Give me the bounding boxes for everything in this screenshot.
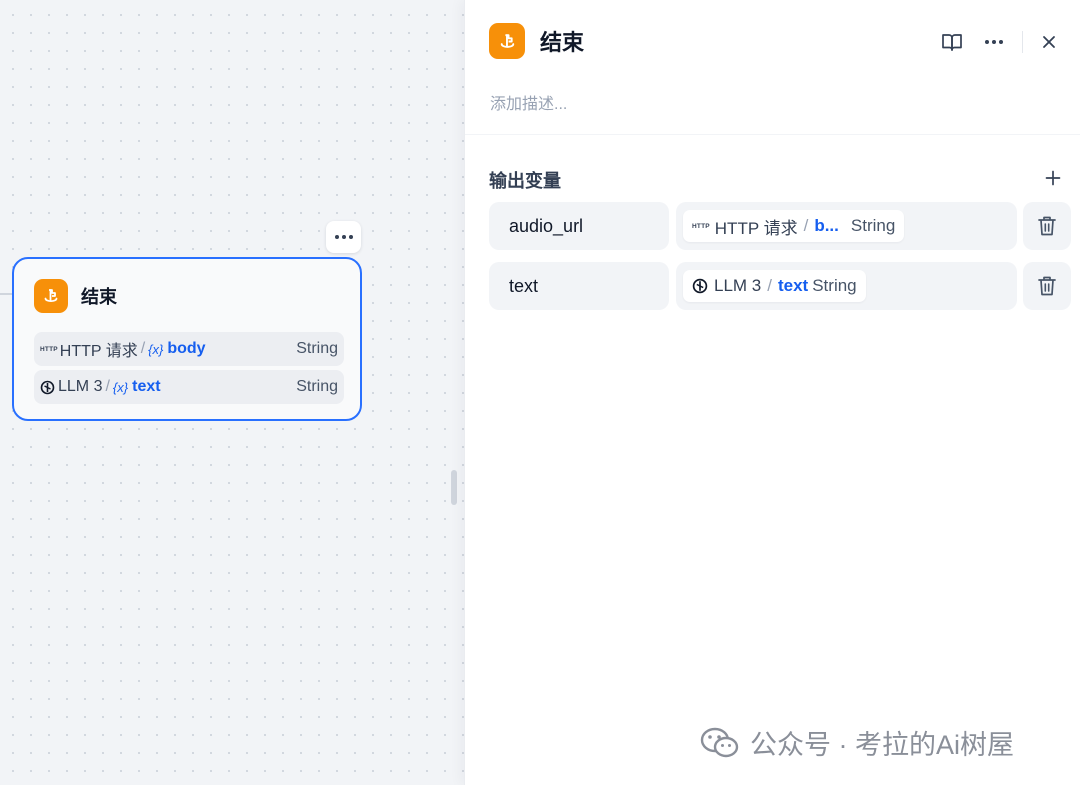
variable-icon: {x} [148, 341, 164, 357]
trash-icon [1038, 216, 1056, 236]
wechat-icon [700, 727, 739, 757]
variable-reference-chip: LLM 3 / text String [683, 270, 866, 302]
close-icon [1043, 36, 1055, 48]
http-icon: HTTP [40, 345, 58, 353]
header-divider [1022, 31, 1023, 53]
panel-header: 结束 [489, 23, 584, 59]
add-output-button[interactable] [1041, 164, 1065, 192]
end-node-icon [489, 23, 525, 59]
node-output-row[interactable]: LLM 3 / {x} text String [34, 370, 344, 404]
end-node[interactable]: 结束 HTTP HTTP 请求 / {x} body String LLM 3 … [12, 257, 362, 421]
output-variable-row: text LLM 3 / text String [489, 262, 1071, 310]
source-label: LLM 3 [58, 378, 103, 395]
variable-name: text [132, 378, 161, 395]
book-icon [942, 34, 962, 51]
panel-divider [465, 134, 1080, 135]
source-label: HTTP 请求 [714, 218, 798, 238]
more-icon [334, 235, 353, 239]
source-ref: HTTP HTTP 请求 [40, 337, 138, 361]
node-header: 结束 [34, 279, 117, 313]
panel-resize-handle[interactable] [451, 470, 457, 505]
node-more-button[interactable] [326, 221, 361, 253]
delete-output-button[interactable] [1023, 262, 1071, 310]
watermark-text: 公众号 · 考拉的Ai树屋 [750, 730, 1015, 760]
close-button[interactable] [1035, 28, 1063, 56]
source-label: LLM 3 [714, 276, 762, 295]
separator: / [767, 276, 772, 295]
node-settings-panel: 结束 添加描述... 输出变量 audio_url HTTP HTTP 请求 /… [464, 0, 1080, 785]
variable-reference-chip: HTTP HTTP 请求 / b... String [683, 210, 905, 242]
docs-button[interactable] [938, 28, 966, 56]
variable-icon: {x} [112, 379, 129, 395]
output-name-input[interactable]: audio_url [489, 202, 669, 250]
output-variable-row: audio_url HTTP HTTP 请求 / b... String [489, 202, 1071, 250]
llm-icon [692, 278, 708, 294]
trash-icon [1038, 276, 1056, 296]
node-output-row[interactable]: HTTP HTTP 请求 / {x} body String [34, 332, 344, 366]
variable-name: body [167, 340, 206, 357]
variable-type: String [296, 340, 338, 357]
separator: / [803, 216, 809, 235]
end-node-icon [34, 279, 68, 313]
plus-icon [1045, 170, 1061, 186]
output-name-input[interactable]: text [489, 262, 669, 310]
separator: / [105, 378, 110, 395]
source-ref: LLM 3 [40, 378, 102, 396]
description-input[interactable]: 添加描述... [490, 90, 567, 114]
variable-type: String [850, 216, 896, 235]
section-title: 输出变量 [489, 171, 561, 191]
http-icon: HTTP [692, 222, 710, 230]
delete-output-button[interactable] [1023, 202, 1071, 250]
separator: / [140, 340, 146, 357]
more-icon [985, 40, 1003, 44]
panel-title: 结束 [540, 30, 585, 55]
node-title: 结束 [81, 287, 117, 307]
variable-selector[interactable]: LLM 3 / text String [676, 262, 1017, 310]
variable-type: String [812, 276, 857, 295]
llm-icon [40, 380, 55, 395]
variable-selector[interactable]: HTTP HTTP 请求 / b... String [676, 202, 1017, 250]
header-actions [938, 28, 1063, 56]
source-label: HTTP 请求 [59, 343, 138, 360]
variable-name: text [777, 276, 809, 295]
watermark: 公众号 · 考拉的Ai树屋 [700, 723, 1014, 762]
variable-name: b... [814, 216, 839, 235]
panel-more-button[interactable] [980, 28, 1008, 56]
variable-type: String [296, 378, 338, 395]
